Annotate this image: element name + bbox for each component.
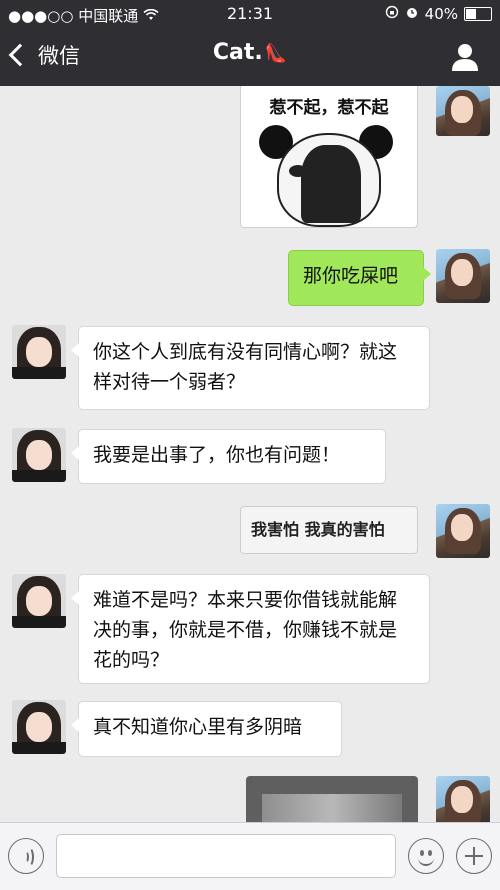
panda-meme-image xyxy=(259,125,393,227)
sticker-message[interactable]: 惹不起，惹不起 xyxy=(240,86,418,228)
profile-button[interactable] xyxy=(450,42,480,72)
message-bubble-received[interactable]: 真不知道你心里有多阴暗 xyxy=(71,701,342,757)
contact-avatar[interactable] xyxy=(12,428,66,482)
image-text-message[interactable]: 我害怕 我真的害怕 xyxy=(240,506,418,554)
chat-area[interactable]: 惹不起，惹不起 那你吃屎吧 你这个人到底有没有同情心啊？就这样对待一个弱者？ 我… xyxy=(0,86,500,822)
emoji-button[interactable] xyxy=(408,838,444,874)
chat-title-text: Cat. xyxy=(212,40,263,65)
more-button[interactable] xyxy=(456,838,492,874)
message-bubble-sent[interactable]: 那你吃屎吧 xyxy=(288,250,431,306)
my-avatar[interactable] xyxy=(436,86,490,136)
my-avatar[interactable] xyxy=(436,504,490,558)
my-avatar[interactable] xyxy=(436,249,490,303)
photo-message[interactable] xyxy=(246,776,418,822)
top-bar: ●●●○○ 中国联通 21:31 40% 微信 Cat. 👠 xyxy=(0,0,500,86)
chat-title: Cat. 👠 xyxy=(0,40,500,65)
battery-icon xyxy=(464,7,492,21)
orientation-lock-icon xyxy=(385,5,399,23)
message-bubble-received[interactable]: 我要是出事了，你也有问题！ xyxy=(71,429,386,484)
contact-avatar[interactable] xyxy=(12,574,66,628)
voice-input-button[interactable] xyxy=(8,838,44,874)
alarm-icon xyxy=(405,5,419,23)
sticker-caption: 惹不起，惹不起 xyxy=(269,98,389,118)
high-heel-emoji: 👠 xyxy=(264,43,288,64)
status-bar: ●●●○○ 中国联通 21:31 40% xyxy=(0,0,500,28)
message-bubble-received[interactable]: 难道不是吗？本来只要你借钱就能解决的事，你就是不借，你赚钱不就是花的吗？ xyxy=(71,574,430,684)
contact-avatar[interactable] xyxy=(12,700,66,754)
nav-bar: 微信 Cat. 👠 xyxy=(0,28,500,86)
person-icon xyxy=(452,44,478,71)
input-bar xyxy=(0,822,500,890)
message-input[interactable] xyxy=(56,834,396,878)
my-avatar[interactable] xyxy=(436,776,490,822)
battery-percent: 40% xyxy=(424,5,458,23)
message-bubble-received[interactable]: 你这个人到底有没有同情心啊？就这样对待一个弱者？ xyxy=(71,326,430,410)
status-right: 40% xyxy=(385,5,492,23)
contact-avatar[interactable] xyxy=(12,325,66,379)
